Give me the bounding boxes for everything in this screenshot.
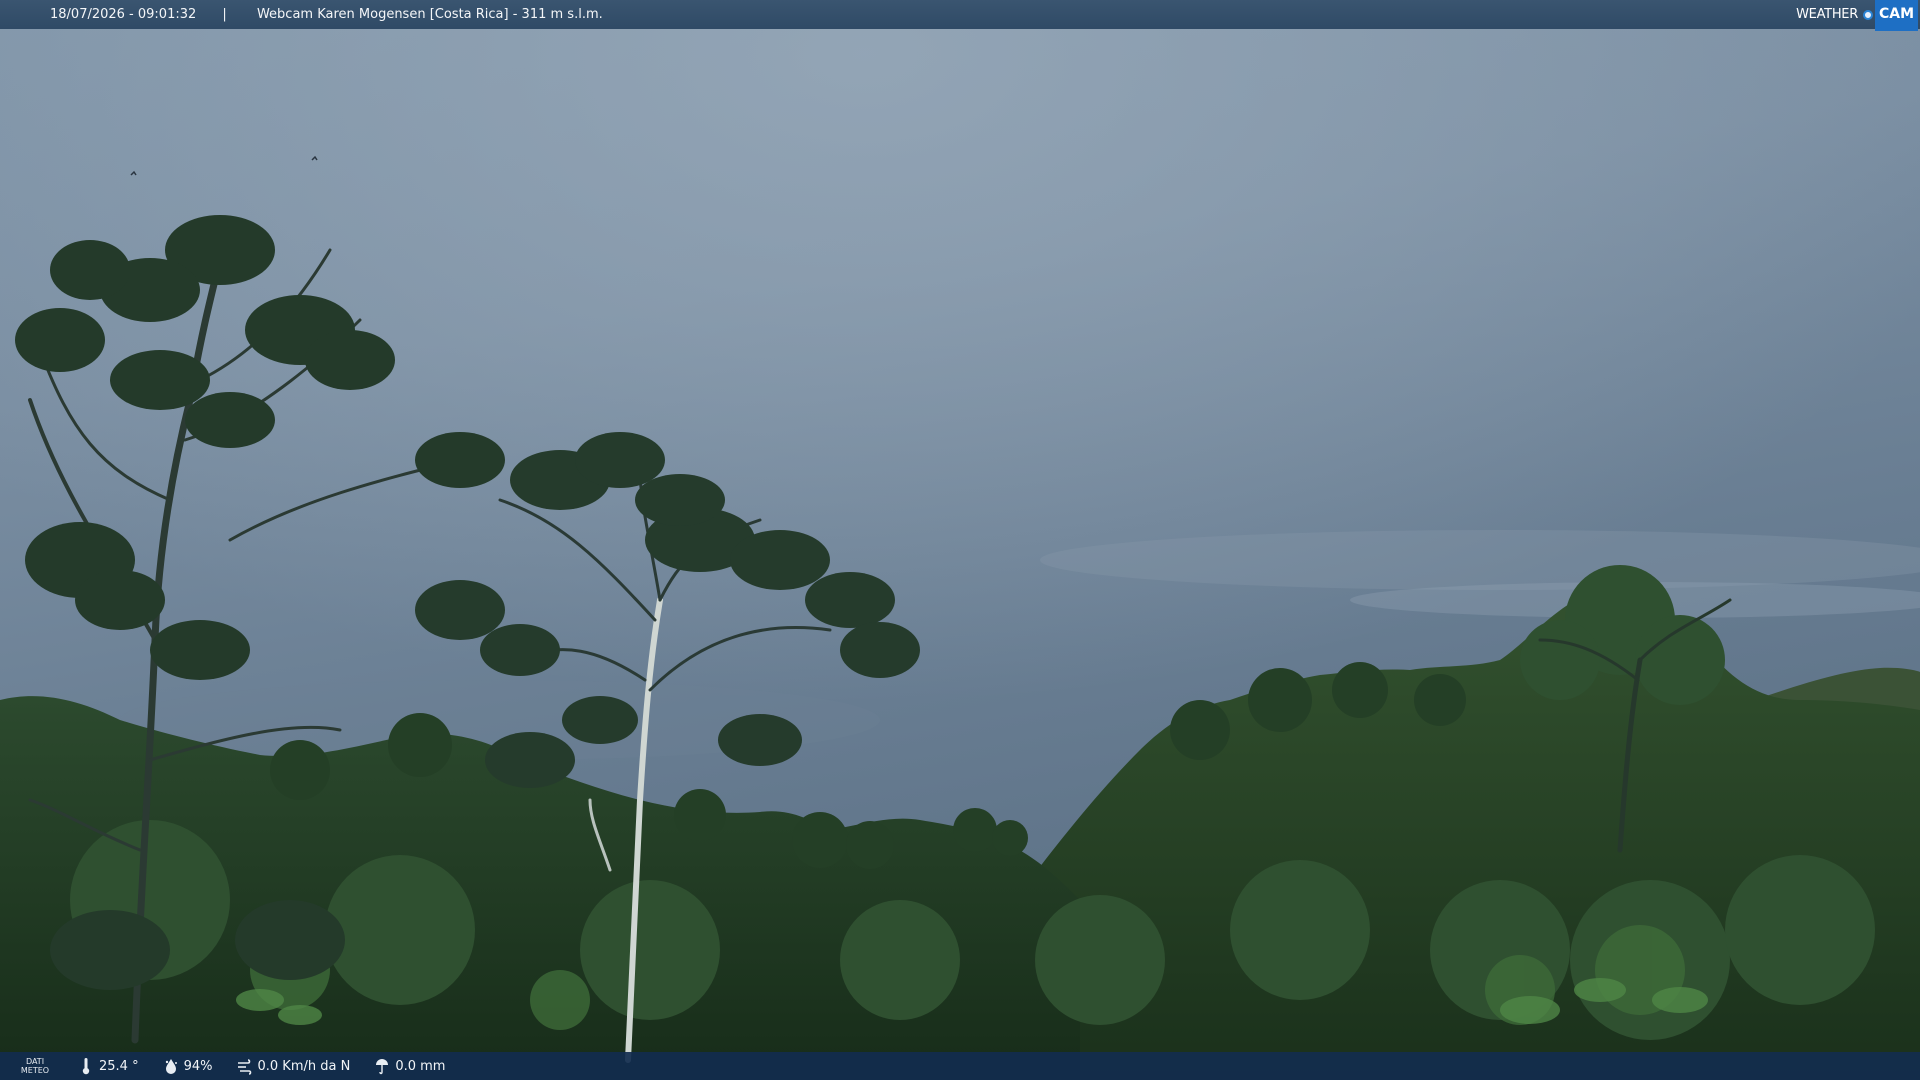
webcam-title: Webcam Karen Mogensen [Costa Rica] - 311… <box>256 7 603 22</box>
meteo-data-label: DATI METEO <box>0 1057 70 1075</box>
webcam-image <box>0 0 1920 1080</box>
header-separator: | <box>222 7 227 22</box>
humidity-value: 94% <box>183 1058 213 1074</box>
wind-icon <box>236 1057 252 1075</box>
wind-metric: 0.0 Km/h da N <box>236 1057 350 1075</box>
thermometer-icon <box>78 1057 94 1075</box>
webcam-header-bar: 18/07/2026 - 09:01:32 | Webcam Karen Mog… <box>0 0 1920 31</box>
rain-icon <box>374 1057 390 1075</box>
logo-cam-text: CAM <box>1874 0 1918 31</box>
wind-value: 0.0 Km/h da N <box>257 1058 351 1074</box>
logo-weather-text: WEATHER <box>1796 7 1858 22</box>
capture-datetime: 18/07/2026 - 09:01:32 <box>50 7 197 22</box>
logo-dot-icon <box>1862 9 1873 20</box>
weathercam-logo: WEATHER CAM <box>1793 0 1918 31</box>
meteo-label-line1: DATI <box>25 1057 45 1066</box>
rain-metric: 0.0 mm <box>374 1057 445 1075</box>
webcam-frame: 18/07/2026 - 09:01:32 | Webcam Karen Mog… <box>0 0 1920 1080</box>
rain-value: 0.0 mm <box>395 1058 446 1074</box>
meteo-label-line2: METEO <box>20 1066 50 1075</box>
temperature-value: 25.4 ° <box>99 1058 139 1074</box>
humidity-icon <box>163 1057 179 1075</box>
weather-data-bar: DATI METEO 25.4 ° 94% 0.0 Km/h da N 0.0 … <box>0 1052 1920 1080</box>
humidity-metric: 94% <box>163 1057 213 1075</box>
temperature-metric: 25.4 ° <box>78 1057 139 1075</box>
